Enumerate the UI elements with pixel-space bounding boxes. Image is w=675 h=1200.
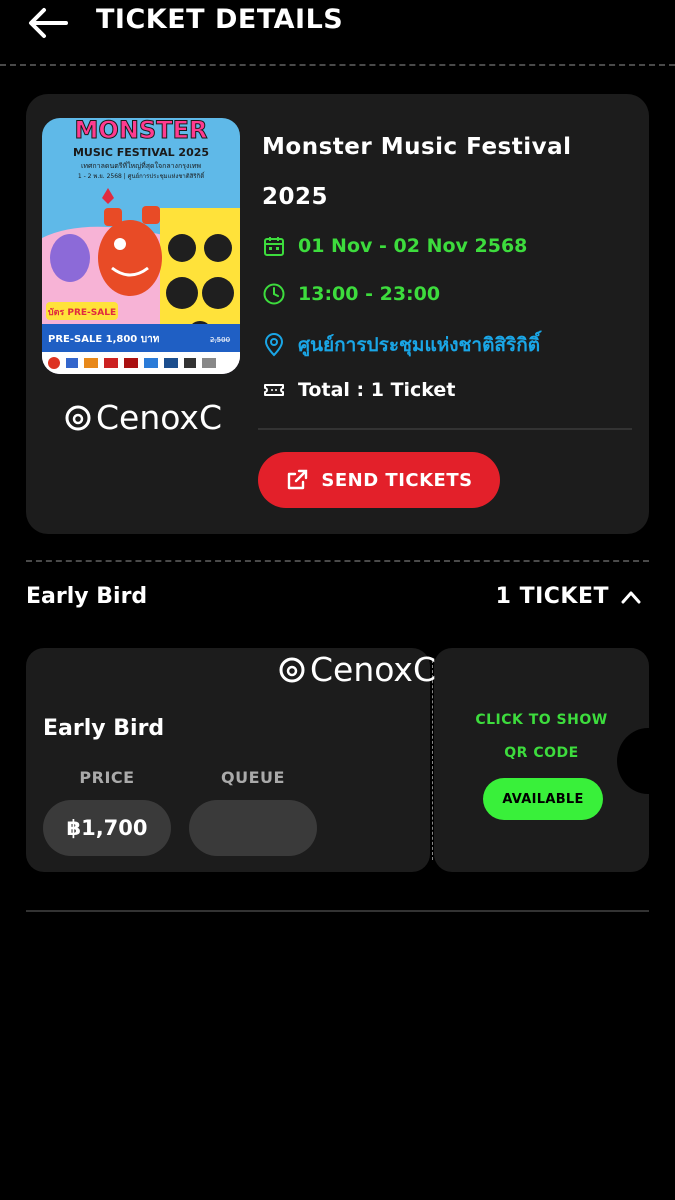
event-date-row: 01 Nov - 02 Nov 2568: [262, 234, 527, 258]
watermark-overlay: CenoxC: [278, 650, 436, 689]
ticket-total-row: Total : 1 Ticket: [262, 378, 455, 402]
event-card: MONSTER MUSIC FESTIVAL 2025 เทศกาลดนตรีท…: [26, 94, 649, 534]
calendar-icon: [264, 237, 284, 256]
status-badge: AVAILABLE: [483, 778, 603, 820]
ticket-icon: [264, 384, 284, 396]
poster-thai-line: เทศกาลดนตรีที่ใหญ่ที่สุดใจกลางกรุงเทพ: [81, 161, 201, 170]
arrow-left-icon: [29, 8, 68, 38]
show-qr-link[interactable]: CLICK TO SHOW QR CODE: [434, 704, 649, 770]
qr-stub[interactable]: CLICK TO SHOW QR CODE AVAILABLE: [434, 648, 649, 872]
event-time: 13:00 - 23:00: [298, 283, 441, 305]
header-divider: [0, 64, 675, 66]
watermark: CenoxC: [64, 398, 222, 437]
poster-dates: 1 - 2 พ.ย. 2568 | ศูนย์การประชุมแห่งชาติ…: [78, 171, 206, 180]
event-time-row: 13:00 - 23:00: [262, 282, 440, 306]
watermark-text: CenoxC: [310, 650, 437, 689]
event-date: 01 Nov - 02 Nov 2568: [298, 235, 528, 257]
section-divider: [26, 560, 649, 562]
poster-badge: บัตร PRE-SALE: [48, 307, 116, 318]
section-count: 1 TICKET: [495, 584, 609, 609]
section-toggle[interactable]: 1 TICKET: [496, 584, 641, 609]
qr-line1: CLICK TO SHOW: [475, 712, 608, 728]
send-tickets-button[interactable]: SEND TICKETS: [258, 452, 500, 508]
event-venue: ศูนย์การประชุมแห่งชาติสิริกิติ์: [298, 334, 541, 356]
event-title: Monster Music Festival 2025: [262, 134, 572, 210]
poster-original-price: 2,500: [210, 336, 230, 344]
external-link-icon: [288, 469, 308, 490]
page-title: TICKET DETAILS: [96, 4, 344, 35]
watermark-text: CenoxC: [96, 398, 223, 437]
card-divider: [258, 428, 632, 430]
poster-price: PRE-SALE 1,800 บาท: [48, 334, 160, 345]
price-label: PRICE: [79, 768, 135, 787]
clock-icon: [263, 283, 285, 305]
send-tickets-label: SEND TICKETS: [321, 469, 473, 491]
qr-line2: QR CODE: [504, 745, 579, 761]
ticket-name: Early Bird: [43, 716, 165, 741]
threads-icon: [65, 405, 91, 430]
bottom-divider: [26, 910, 649, 912]
price-value: ฿1,700: [43, 800, 171, 856]
poster-headline: MONSTER: [75, 118, 208, 144]
location-pin-icon: [264, 333, 284, 357]
poster-subline: MUSIC FESTIVAL 2025: [73, 146, 209, 159]
poster-image: MONSTER MUSIC FESTIVAL 2025 เทศกาลดนตรีท…: [42, 118, 240, 374]
threads-icon: [279, 657, 305, 682]
queue-label: QUEUE: [221, 768, 285, 787]
event-venue-row[interactable]: ศูนย์การประชุมแห่งชาติสิริกิติ์: [262, 330, 540, 360]
section-title: Early Bird: [26, 584, 148, 609]
ticket-perforation: [432, 660, 433, 860]
event-poster[interactable]: MONSTER MUSIC FESTIVAL 2025 เทศกาลดนตรีท…: [42, 118, 240, 374]
ticket-total: Total : 1 Ticket: [298, 379, 456, 401]
sponsor-logos: [48, 357, 216, 369]
back-button[interactable]: [26, 6, 70, 40]
header: TICKET DETAILS: [0, 0, 675, 50]
queue-value: [189, 800, 317, 856]
chevron-up-icon: [621, 591, 641, 603]
